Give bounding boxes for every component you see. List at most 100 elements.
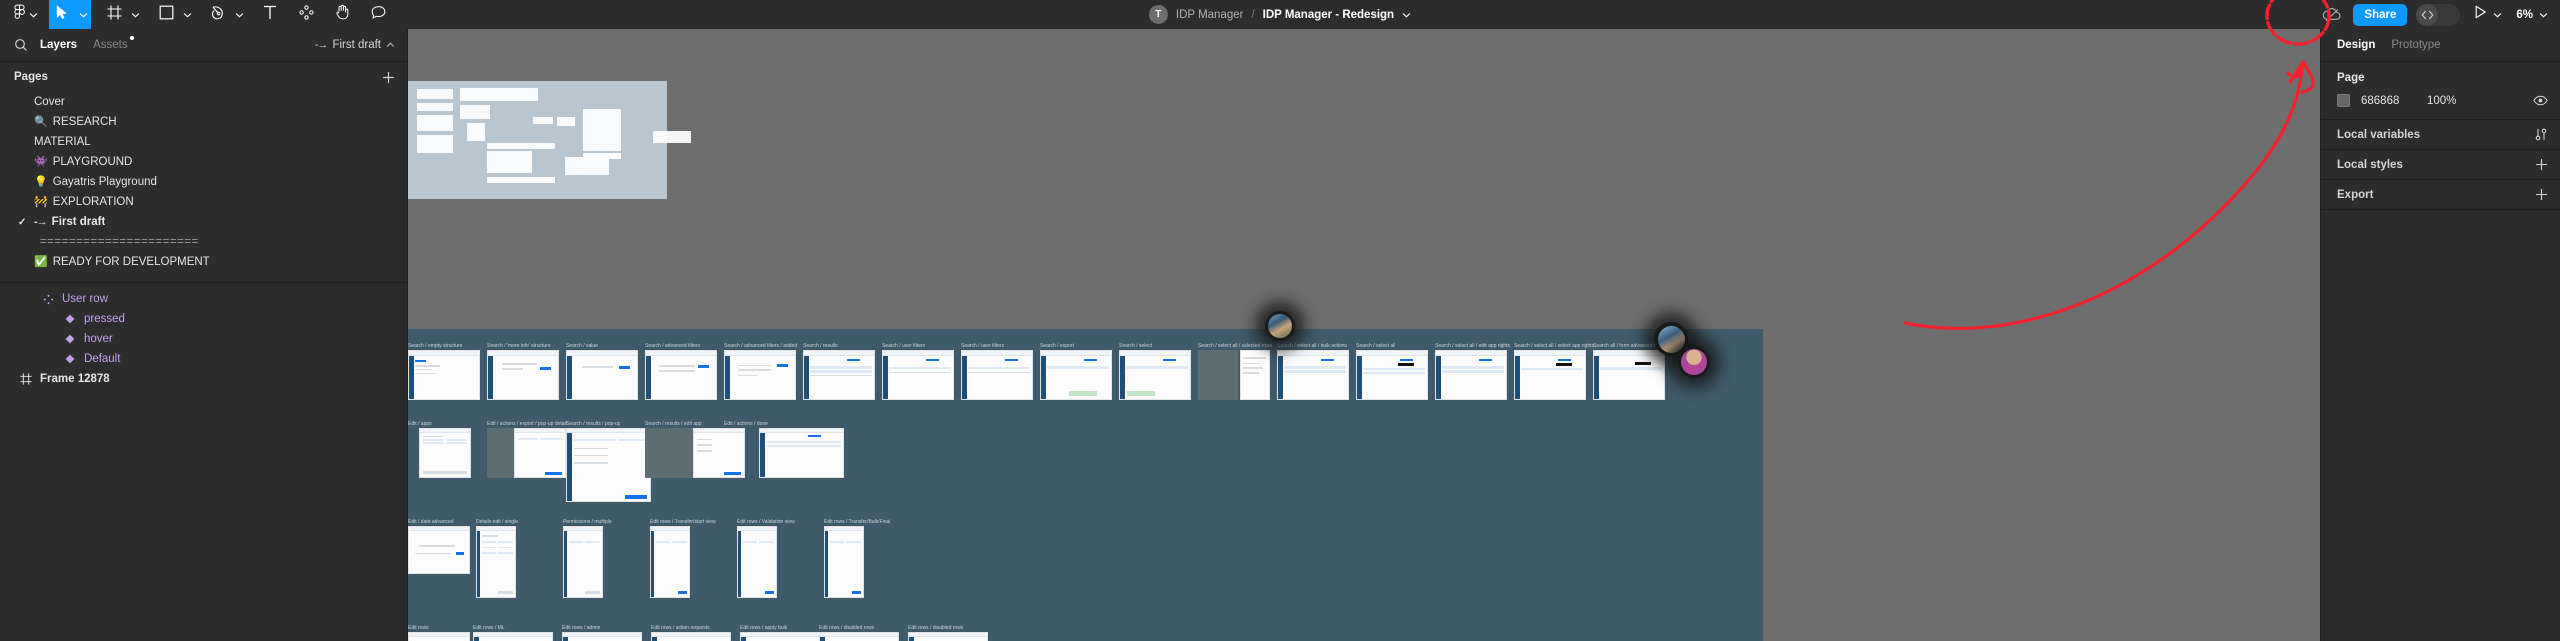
page-item-gayatris-playground[interactable]: 💡 Gayatris Playground (0, 172, 407, 192)
tab-design[interactable]: Design (2337, 39, 2375, 51)
page-item-exploration[interactable]: 🚧 EXPLORATION (0, 192, 407, 212)
page-item-divider[interactable]: ====================== (0, 232, 407, 252)
frame-thumbnail[interactable] (882, 350, 954, 400)
frame-thumbnail[interactable] (908, 632, 988, 641)
text-icon (263, 5, 277, 25)
frame-thumbnail[interactable] (803, 350, 875, 400)
move-tool-group[interactable] (49, 0, 91, 29)
present-chevron-down-icon[interactable] (2493, 12, 2502, 18)
frame-thumbnail[interactable] (566, 428, 651, 502)
page-item-ready-for-development[interactable]: ✅ READY FOR DEVELOPMENT (0, 252, 407, 272)
frame-thumbnail[interactable] (487, 350, 559, 400)
color-opacity-value[interactable]: 100% (2427, 95, 2456, 107)
frame-thumbnail[interactable] (740, 632, 820, 641)
layer-item-pressed[interactable]: pressed (0, 309, 407, 329)
frame-thumbnail[interactable] (1277, 350, 1349, 400)
file-menu-chevron-down-icon[interactable] (1402, 12, 1411, 18)
cloud-offline-icon[interactable] (2317, 0, 2347, 29)
frame-thumbnail[interactable] (1198, 350, 1238, 400)
color-hex-value[interactable]: 686868 (2361, 95, 2417, 107)
frame-thumbnail[interactable] (1514, 350, 1586, 400)
plus-icon[interactable] (2535, 188, 2548, 201)
frame-thumbnail[interactable] (724, 350, 796, 400)
frame-thumbnail[interactable] (1356, 350, 1428, 400)
tab-prototype[interactable]: Prototype (2391, 39, 2440, 51)
layer-item-hover[interactable]: hover (0, 329, 407, 349)
page-item-first-draft[interactable]: ✓ -→ First draft (0, 212, 407, 232)
frame-thumbnail[interactable] (693, 428, 745, 478)
zoom-chevron-down-icon[interactable] (2539, 12, 2548, 18)
frame-tool-chevron-down-icon[interactable] (127, 0, 143, 29)
pen-tool[interactable] (205, 0, 231, 29)
frame-thumbnail[interactable] (737, 526, 777, 598)
frame-thumbnail[interactable] (759, 428, 844, 478)
canvas-board-top[interactable] (408, 81, 691, 199)
shape-tool[interactable] (153, 0, 179, 29)
frame-thumbnail[interactable] (1240, 350, 1270, 400)
shape-tool-group[interactable] (153, 0, 195, 29)
plus-icon[interactable] (382, 71, 395, 84)
frame-tool-group[interactable] (101, 0, 143, 29)
frame-thumbnail[interactable] (824, 526, 864, 598)
frame-thumbnail[interactable] (566, 350, 638, 400)
move-tool[interactable] (49, 0, 75, 29)
avatar (1657, 325, 1685, 353)
tab-assets[interactable]: Assets (93, 36, 134, 51)
branch-selector[interactable]: -→ First draft (315, 39, 395, 51)
text-tool[interactable] (257, 0, 283, 29)
dev-mode-toggle[interactable] (2416, 3, 2461, 26)
layer-item-user-row[interactable]: User row (0, 289, 407, 309)
frame-thumbnail[interactable] (961, 350, 1033, 400)
frame-label: Search / user filters (961, 343, 1005, 349)
layer-item-default[interactable]: Default (0, 349, 407, 369)
frame-thumbnail[interactable] (408, 526, 470, 574)
plus-icon[interactable] (2535, 158, 2548, 171)
page-item-research[interactable]: 🔍 RESEARCH (0, 112, 407, 132)
layer-item-frame-12878[interactable]: Frame 12878 (0, 369, 407, 389)
page-item-playground[interactable]: 👾 PLAYGROUND (0, 152, 407, 172)
frame-thumbnail[interactable] (408, 350, 480, 400)
frame-thumbnail[interactable] (645, 428, 693, 478)
comment-tool[interactable] (365, 0, 391, 29)
move-tool-chevron-down-icon[interactable] (75, 0, 91, 29)
eye-icon[interactable] (2533, 95, 2548, 106)
resources-tool[interactable] (293, 0, 319, 29)
frame-thumbnail[interactable] (1040, 350, 1112, 400)
frame-tool[interactable] (101, 0, 127, 29)
frame-thumbnail[interactable] (1435, 350, 1507, 400)
color-swatch[interactable] (2337, 94, 2350, 107)
frame-thumbnail[interactable] (476, 526, 516, 598)
search-icon[interactable] (14, 38, 28, 52)
tab-layers[interactable]: Layers (40, 39, 77, 51)
shape-tool-chevron-down-icon[interactable] (179, 0, 195, 29)
canvas-board-main[interactable]: Search / empty structure Search / 'more … (408, 329, 1763, 641)
hand-tool[interactable] (329, 0, 355, 29)
breadcrumb-file-name[interactable]: IDP Manager - Redesign (1263, 9, 1394, 21)
variables-icon[interactable] (2534, 128, 2548, 141)
pen-tool-group[interactable] (205, 0, 247, 29)
frame-thumbnail[interactable] (1119, 350, 1191, 400)
pen-tool-chevron-down-icon[interactable] (231, 0, 247, 29)
export-row[interactable]: Export (2321, 180, 2560, 210)
local-styles-row[interactable]: Local styles (2321, 150, 2560, 180)
frame-thumbnail[interactable] (1593, 350, 1665, 400)
frame-thumbnail[interactable] (514, 428, 566, 478)
figma-menu-button[interactable] (4, 0, 49, 29)
page-item-cover[interactable]: Cover (0, 92, 407, 112)
local-variables-row[interactable]: Local variables (2321, 120, 2560, 150)
frame-thumbnail[interactable] (473, 632, 553, 641)
frame-thumbnail[interactable] (819, 632, 899, 641)
present-button[interactable] (2474, 5, 2502, 24)
frame-thumbnail[interactable] (563, 526, 603, 598)
share-button[interactable]: Share (2353, 3, 2408, 26)
frame-thumbnail[interactable] (562, 632, 642, 641)
design-canvas[interactable]: Search / empty structure Search / 'more … (408, 29, 2320, 641)
frame-thumbnail[interactable] (419, 428, 471, 478)
page-item-material[interactable]: MATERIAL (0, 132, 407, 152)
frame-thumbnail[interactable] (408, 632, 470, 641)
breadcrumb-team-name[interactable]: IDP Manager (1176, 9, 1244, 21)
frame-thumbnail[interactable] (650, 526, 690, 598)
frame-thumbnail[interactable] (645, 350, 717, 400)
frame-thumbnail[interactable] (651, 632, 731, 641)
zoom-control[interactable]: 6% (2516, 9, 2548, 21)
